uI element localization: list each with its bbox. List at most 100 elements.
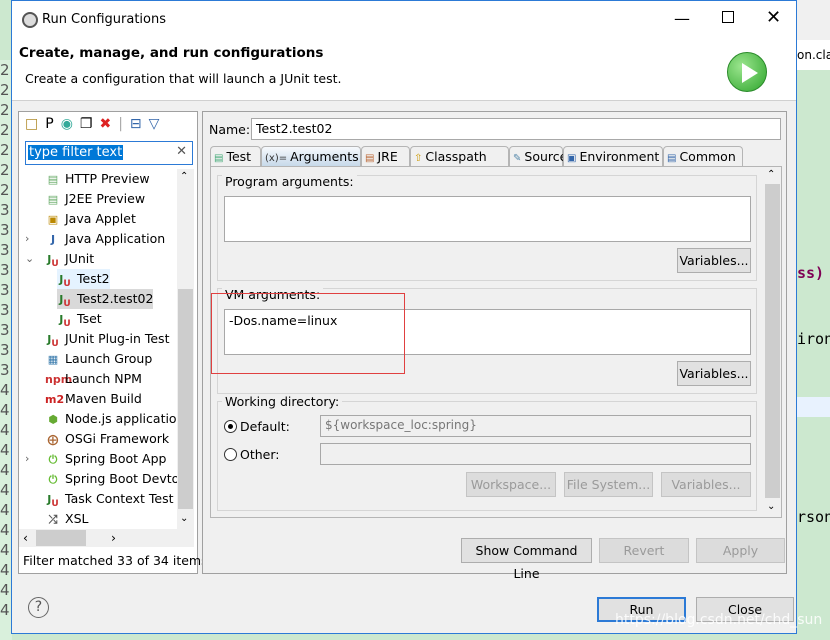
scroll-up-icon[interactable]: ⌃	[180, 171, 188, 182]
filter-input[interactable]: type filter text ✕	[25, 141, 193, 165]
tab-environment[interactable]: ▣ Environment	[563, 146, 663, 166]
help-icon[interactable]: ?	[28, 597, 49, 618]
header-subtitle: Create a configuration that will launch …	[25, 71, 342, 86]
tree-item-label: OSGi Framework	[65, 431, 170, 446]
other-radio[interactable]	[224, 448, 237, 461]
show-command-line-button[interactable]: Show Command Line	[461, 538, 592, 581]
duplicate-icon[interactable]: ❐	[80, 116, 100, 132]
scroll-thumb[interactable]	[178, 289, 193, 509]
scroll-thumb[interactable]	[765, 184, 780, 498]
tree-item[interactable]: npmLaunch NPM	[27, 369, 142, 389]
tree-item[interactable]: JU Tset	[57, 309, 102, 329]
tab-classpath[interactable]: ⇧ Classpath	[410, 146, 509, 166]
scroll-left-icon[interactable]: ‹	[23, 530, 28, 545]
apply-button[interactable]: Apply	[696, 538, 785, 563]
tree-item[interactable]: ▣ Java Applet	[27, 209, 136, 229]
chevron-down-icon[interactable]: ⌄	[25, 249, 34, 269]
tree-item[interactable]: ▦ Launch Group	[27, 349, 153, 369]
revert-button[interactable]: Revert	[599, 538, 689, 563]
minimize-button[interactable]: —	[674, 9, 690, 28]
tree-item-label: Spring Boot Devtools	[65, 471, 177, 486]
tree-horizontal-scrollbar[interactable]: ‹ ›	[19, 529, 194, 547]
name-input[interactable]: Test2.test02	[251, 118, 781, 140]
spring-boot-icon: ⏻	[48, 472, 58, 486]
clear-filter-icon[interactable]: ✕	[176, 144, 187, 159]
server-icon: ▤	[47, 192, 59, 206]
editor-tab[interactable]: on.clas	[797, 40, 830, 70]
list-toolbar: □P◉❐✖|⊟▽	[25, 116, 167, 132]
tab-label: Environment	[579, 149, 660, 164]
directory-variables-button[interactable]: Variables...	[661, 472, 751, 497]
new-prototype-icon[interactable]: P	[45, 116, 60, 132]
other-directory-input[interactable]	[320, 443, 751, 465]
default-directory-input: ${workspace_loc:spring}	[320, 415, 751, 437]
collapse-all-icon[interactable]: ⊟	[130, 116, 149, 132]
tree-item[interactable]: ⏻ Spring Boot Devtools	[27, 469, 177, 489]
server-icon: ▤	[47, 172, 59, 186]
tree-item-label: Launch NPM	[65, 371, 142, 386]
tab-label: Common	[679, 149, 736, 164]
new-configuration-icon[interactable]: □	[25, 116, 45, 132]
current-line-highlight	[797, 397, 830, 417]
junit-icon: JU	[59, 292, 71, 309]
tab-arguments[interactable]: (x)= Arguments	[261, 146, 361, 166]
tree-item-label: HTTP Preview	[65, 171, 150, 186]
delete-icon[interactable]: ✖	[99, 116, 118, 132]
tree-item-label: Tset	[77, 311, 102, 326]
scroll-down-icon[interactable]: ⌄	[180, 513, 188, 524]
tree-item[interactable]: ⨁ OSGi Framework	[27, 429, 170, 449]
tree-item[interactable]: JU Test2	[57, 269, 110, 289]
tree-item[interactable]: ⤮ XSL	[27, 509, 89, 529]
tree-item[interactable]: › ⏻ Spring Boot App	[25, 449, 166, 469]
nodejs-icon: ⬢	[48, 412, 58, 426]
tree-vertical-scrollbar[interactable]: ⌃ ⌄	[177, 169, 194, 529]
tab-bar: ▤ Test (x)= Arguments ▤ JRE ⇧ Classpath ✎ Source ▣…	[210, 146, 775, 167]
launch-group-icon: ▦	[47, 352, 59, 366]
tree-item[interactable]: ⌄ JU JUnit	[25, 249, 94, 269]
tree-item[interactable]: › J Java Application	[25, 229, 165, 249]
default-radio[interactable]	[224, 420, 237, 433]
chevron-right-icon[interactable]: ›	[25, 229, 29, 249]
vm-variables-button[interactable]: Variables...	[677, 361, 751, 386]
editor-tab-label: on.clas	[797, 48, 830, 62]
program-arguments-textarea[interactable]	[224, 196, 751, 242]
tree-item[interactable]: JU Test2.test02	[57, 289, 154, 309]
default-label: Default:	[240, 419, 290, 434]
tree-item[interactable]: m2Maven Build	[27, 389, 142, 409]
close-window-button[interactable]: ✕	[766, 7, 781, 28]
tab-label: Classpath	[425, 149, 487, 164]
scroll-right-icon[interactable]: ›	[111, 530, 116, 545]
configuration-list-panel: □P◉❐✖|⊟▽ type filter text ✕ ▤ HTTP Previe…	[18, 111, 208, 574]
tree-item-label: Node.js application	[65, 411, 177, 426]
chevron-right-icon[interactable]: ›	[25, 449, 29, 469]
tree-item-label: J2EE Preview	[65, 191, 146, 206]
tab-source[interactable]: ✎ Source	[509, 146, 567, 166]
file-system-button[interactable]: File System...	[564, 472, 653, 497]
tree-item[interactable]: ⬢ Node.js application	[27, 409, 177, 429]
tree-item[interactable]: ▤ J2EE Preview	[27, 189, 145, 209]
source-icon: ✎	[513, 153, 522, 164]
window-title: Run Configurations	[42, 12, 166, 27]
tree-item[interactable]: JU JUnit Plug-in Test	[27, 329, 169, 349]
tab-test[interactable]: ▤ Test	[210, 146, 261, 166]
scroll-down-icon[interactable]: ⌄	[767, 501, 775, 512]
maximize-button[interactable]	[722, 11, 734, 23]
scroll-up-icon[interactable]: ⌃	[767, 169, 775, 180]
content-vertical-scrollbar[interactable]: ⌃ ⌄	[764, 167, 781, 517]
export-icon[interactable]: ◉	[61, 116, 80, 132]
tree-item[interactable]: ▤ HTTP Preview	[27, 169, 150, 189]
tree-item-label: Test2	[77, 271, 110, 286]
tree-item-label: Test2.test02	[77, 291, 154, 306]
arguments-icon: (x)=	[265, 153, 288, 164]
program-variables-button[interactable]: Variables...	[677, 248, 751, 273]
tab-common[interactable]: ▤ Common	[663, 146, 743, 166]
filter-icon[interactable]: ▽	[149, 116, 167, 132]
code-line: rson	[797, 508, 830, 526]
tab-jre[interactable]: ▤ JRE	[361, 146, 410, 166]
workspace-button[interactable]: Workspace...	[466, 472, 556, 497]
hscroll-thumb[interactable]	[36, 530, 86, 546]
maven-icon: m2	[45, 392, 65, 406]
working-directory-label: Working directory:	[222, 394, 343, 409]
code-line: ss)	[797, 264, 825, 282]
tree-item[interactable]: JU Task Context Test	[27, 489, 173, 509]
